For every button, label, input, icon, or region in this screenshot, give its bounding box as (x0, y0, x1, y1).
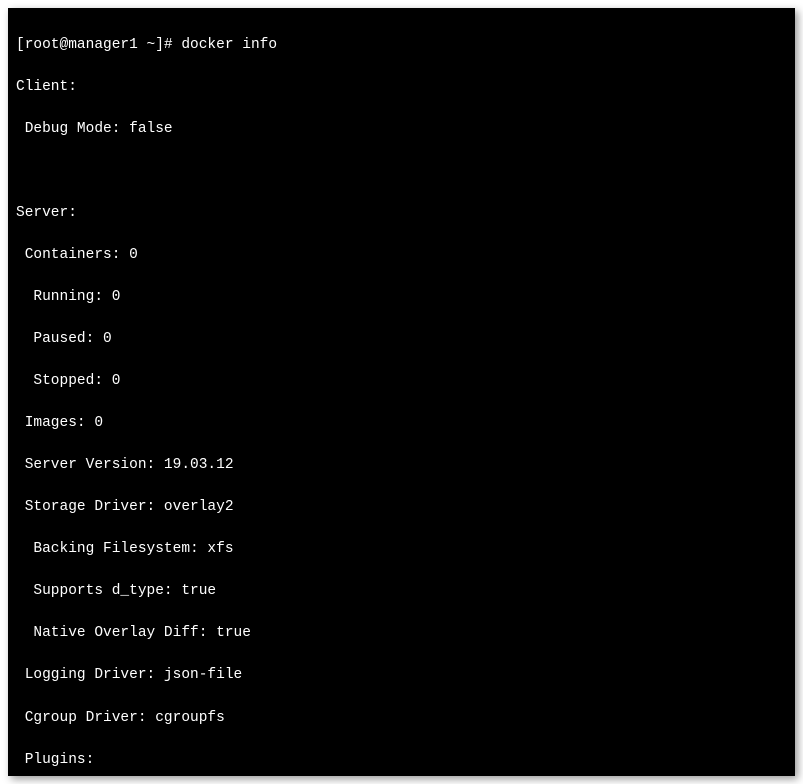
blank-line (16, 161, 787, 182)
command-prompt-line: [root@manager1 ~]# docker info (16, 35, 787, 56)
server-plugins-header: Plugins: (16, 750, 787, 771)
server-backing-filesystem: Backing Filesystem: xfs (16, 539, 787, 560)
terminal-window: [root@manager1 ~]# docker info Client: D… (8, 8, 795, 776)
server-version: Server Version: 19.03.12 (16, 455, 787, 476)
server-native-overlay-diff: Native Overlay Diff: true (16, 623, 787, 644)
server-storage-driver: Storage Driver: overlay2 (16, 497, 787, 518)
server-logging-driver: Logging Driver: json-file (16, 665, 787, 686)
server-running: Running: 0 (16, 287, 787, 308)
server-stopped: Stopped: 0 (16, 371, 787, 392)
server-supports-dtype: Supports d_type: true (16, 581, 787, 602)
client-debug-mode: Debug Mode: false (16, 119, 787, 140)
server-images: Images: 0 (16, 413, 787, 434)
client-header: Client: (16, 77, 787, 98)
server-cgroup-driver: Cgroup Driver: cgroupfs (16, 708, 787, 729)
server-containers: Containers: 0 (16, 245, 787, 266)
server-paused: Paused: 0 (16, 329, 787, 350)
server-header: Server: (16, 203, 787, 224)
